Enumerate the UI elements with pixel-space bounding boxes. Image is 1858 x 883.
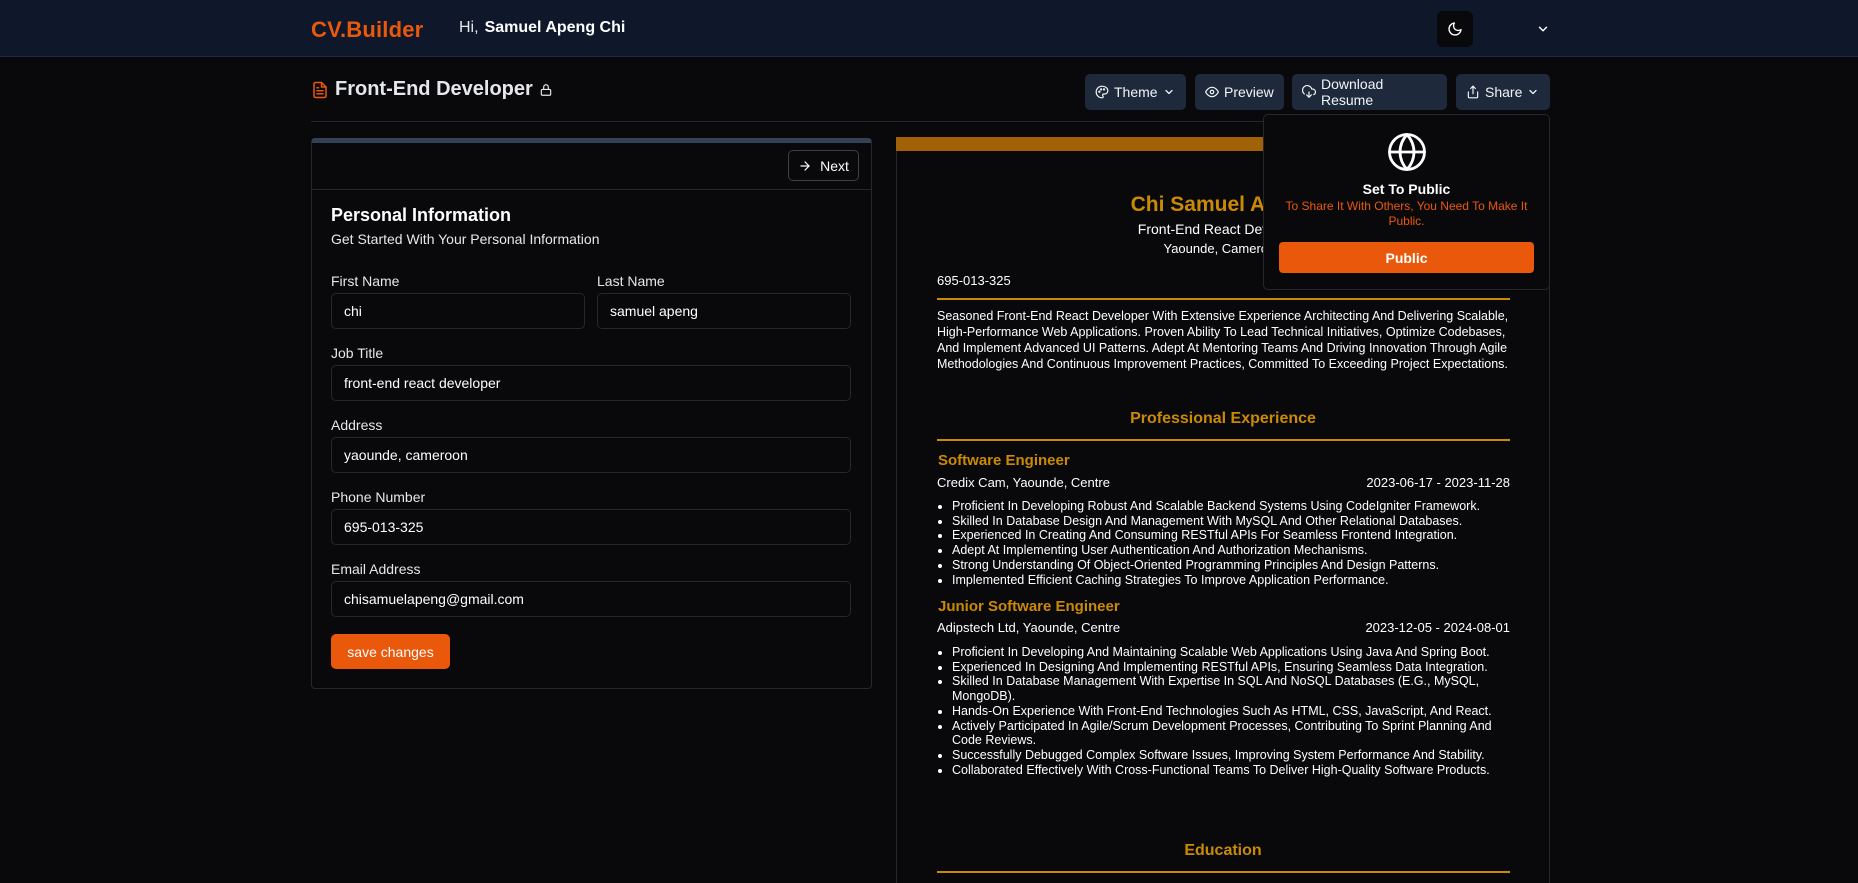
download-resume-button[interactable]: Download Resume [1292,74,1447,110]
phone-label: Phone Number [331,489,426,505]
resume-divider [937,439,1510,441]
section-title: Personal Information [331,205,512,225]
list-item: Actively Participated In Agile/Scrum Dev… [952,719,1510,748]
address-input[interactable] [331,437,851,473]
user-name: Samuel Apeng Chi [484,19,626,36]
list-item: Hands-On Experience With Front-End Techn… [952,704,1510,719]
next-button-label: Next [820,157,849,174]
preview-button-label: Preview [1224,84,1274,100]
resume-phone: 695-013-325 [937,273,1011,288]
user-greeting: Hi, Samuel Apeng Chi [459,19,625,37]
job-dates: 2023-12-05 - 2024-08-01 [1365,620,1510,635]
list-item: Implemented Efficient Caching Strategies… [952,573,1510,588]
theme-button-label: Theme [1114,84,1158,100]
greeting-text: Hi, [459,19,479,36]
first-name-label: First Name [331,273,400,289]
list-item: Experienced In Creating And Consuming RE… [952,528,1510,543]
chevron-down-icon [1527,86,1539,98]
document-title-row: Front-End Developer [311,78,553,101]
job-dates: 2023-06-17 - 2023-11-28 [1366,475,1510,490]
last-name-input[interactable] [597,293,851,329]
list-item: Experienced In Designing And Implementin… [952,660,1510,675]
resume-divider [937,298,1510,300]
palette-icon [1095,85,1109,99]
section-subtitle: Get Started With Your Personal Informati… [331,231,600,247]
eye-icon [1205,85,1219,99]
chevron-down-icon [1536,22,1550,36]
job-company: Adipstech Ltd, Yaounde, Centre [937,620,1121,635]
list-item: Collaborated Effectively With Cross-Func… [952,763,1510,778]
next-button[interactable]: Next [788,150,859,181]
list-item: Adept At Implementing User Authenticatio… [952,543,1510,558]
panel-divider [312,189,871,190]
job-title-input[interactable] [331,365,851,401]
preview-button[interactable]: Preview [1195,74,1284,110]
cloud-download-icon [1302,85,1316,99]
last-name-label: Last Name [597,273,665,289]
address-label: Address [331,417,383,433]
job-bullets: Proficient In Developing And Maintaining… [952,645,1510,777]
globe-icon [1386,131,1428,173]
user-menu-button[interactable] [1531,19,1555,39]
download-button-label: Download Resume [1321,76,1384,108]
chevron-down-icon [1163,86,1175,98]
list-item: Skilled In Database Design And Managemen… [952,514,1510,529]
theme-toggle-button[interactable] [1437,11,1473,47]
make-public-button[interactable]: Public [1279,242,1534,273]
phone-input[interactable] [331,509,851,545]
email-label: Email Address [331,561,421,577]
job-company: Credix Cam, Yaounde, Centre [937,475,1110,490]
experience-heading: Professional Experience [1130,410,1316,427]
list-item: Strong Understanding Of Object-Oriented … [952,558,1510,573]
education-heading: Education [1184,842,1262,859]
resume-summary: Seasoned Front-End React Developer With … [937,309,1509,371]
job-title-label: Job Title [331,345,384,361]
share-icon [1466,85,1480,99]
list-item: Successfully Debugged Complex Software I… [952,748,1510,763]
popover-title: Set To Public [1362,181,1451,197]
file-text-icon [311,80,329,100]
job-title: Software Engineer [938,452,1070,469]
lock-icon[interactable] [539,83,553,97]
first-name-input[interactable] [331,293,585,329]
top-navbar [0,0,1858,57]
page-title: Front-End Developer [335,78,533,100]
moon-icon [1447,21,1463,37]
theme-button[interactable]: Theme [1085,74,1186,110]
job-title: Junior Software Engineer [938,598,1120,615]
job-bullets: Proficient In Developing Robust And Scal… [952,499,1510,587]
list-item: Proficient In Developing And Maintaining… [952,645,1510,660]
resume-divider [937,871,1510,873]
app-logo[interactable]: CV.Builder [311,17,423,43]
list-item: Skilled In Database Management With Expe… [952,674,1510,703]
list-item: Proficient In Developing Robust And Scal… [952,499,1510,514]
save-changes-button[interactable]: save changes [331,634,450,669]
arrow-right-icon [798,159,812,173]
share-button[interactable]: Share [1456,74,1550,110]
popover-description: To Share It With Others, You Need To Mak… [1285,199,1528,228]
share-button-label: Share [1485,84,1523,100]
email-input[interactable] [331,581,851,617]
